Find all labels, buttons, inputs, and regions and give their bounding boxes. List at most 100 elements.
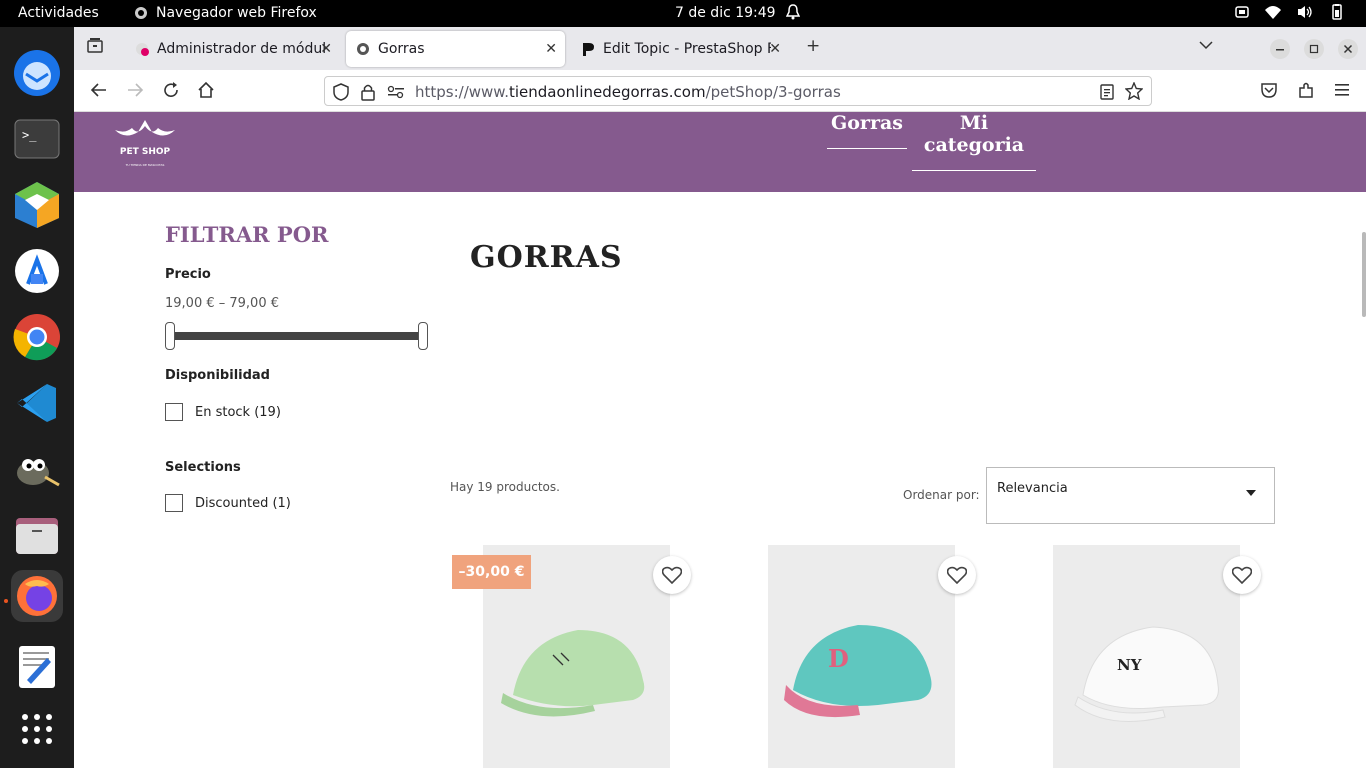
virtualbox-icon[interactable] (11, 179, 63, 231)
in-stock-label[interactable]: En stock (19) (195, 405, 281, 420)
tab-modules-admin[interactable]: Administrador de módulo ✕ (125, 31, 340, 67)
price-range-value: 19,00 € – 79,00 € (165, 296, 280, 311)
pocket-icon[interactable] (1260, 81, 1278, 104)
minimize-window-icon[interactable] (1270, 39, 1290, 64)
svg-text:>_: >_ (22, 128, 37, 142)
site-header: PET SHOP TU TIENDA DE MASCOTAS Gorras Mi… (74, 112, 1366, 192)
navigation-toolbar: https://www.tiendaonlinedegorras.com/pet… (74, 70, 1366, 112)
svg-text:D: D (828, 644, 849, 673)
app-menu[interactable]: Navegador web Firefox (134, 5, 317, 21)
shop-icon (357, 43, 369, 55)
page-scrollbar[interactable] (1362, 232, 1366, 317)
sort-label: Ordenar por: (903, 488, 980, 502)
discount-badge: –30,00 € (452, 555, 531, 589)
url-domain: tiendaonlinedegorras.com (508, 83, 706, 101)
tab-title: Edit Topic - PrestaShop F (603, 41, 771, 57)
price-slider-max-handle[interactable] (418, 322, 428, 350)
site-logo[interactable]: PET SHOP TU TIENDA DE MASCOTAS (110, 112, 180, 172)
lock-icon[interactable] (361, 83, 375, 105)
close-tab-icon[interactable]: ✕ (320, 41, 332, 57)
category-title: GORRAS (470, 240, 623, 275)
product-count: Hay 19 productos. (450, 480, 560, 494)
battery-icon (1332, 4, 1342, 20)
app-name: Navegador web Firefox (156, 5, 317, 21)
discounted-label[interactable]: Discounted (1) (195, 496, 291, 511)
firefox-small-icon (135, 7, 147, 19)
extensions-icon[interactable] (1297, 81, 1315, 104)
pet-shop-logo-icon (115, 120, 175, 136)
tab-overview-icon[interactable] (86, 37, 104, 60)
network-vpn-icon (1235, 6, 1249, 18)
close-window-icon[interactable] (1338, 39, 1358, 64)
vscode-icon[interactable] (11, 377, 63, 429)
wishlist-button[interactable] (653, 556, 691, 594)
heart-icon (662, 566, 682, 584)
web-page: PET SHOP TU TIENDA DE MASCOTAS Gorras Mi… (74, 112, 1366, 768)
terminal-icon[interactable]: >_ (11, 113, 63, 165)
new-tab-icon[interactable]: + (806, 36, 820, 56)
url-bar[interactable]: https://www.tiendaonlinedegorras.com/pet… (324, 76, 1152, 106)
system-top-bar: Actividades Navegador web Firefox 7 de d… (0, 0, 1366, 27)
logo-subtitle: TU TIENDA DE MASCOTAS (125, 163, 165, 167)
maximize-window-icon[interactable] (1304, 39, 1324, 64)
wishlist-button[interactable] (938, 556, 976, 594)
forward-icon[interactable] (126, 81, 144, 104)
prestashop-admin-icon (136, 43, 149, 56)
tab-edit-topic[interactable]: Edit Topic - PrestaShop F ✕ (571, 31, 789, 67)
discounted-checkbox[interactable] (165, 494, 183, 512)
price-slider-track[interactable] (171, 332, 421, 340)
list-tabs-icon[interactable] (1198, 37, 1214, 58)
tab-bar: Administrador de módulo ✕ Gorras ✕ Edit … (74, 27, 1366, 70)
caret-down-icon (1246, 490, 1256, 496)
gimp-icon[interactable] (11, 443, 63, 495)
firefox-icon[interactable] (11, 570, 63, 622)
url-path: /petShop/3-gorras (705, 83, 841, 101)
in-stock-filter[interactable]: En stock (19) (165, 403, 281, 421)
prestashop-forum-icon (583, 43, 594, 56)
price-slider-min-handle[interactable] (165, 322, 175, 350)
discounted-filter[interactable]: Discounted (1) (165, 494, 291, 512)
menu-hamburger-icon[interactable] (1333, 81, 1351, 104)
sort-selected-value: Relevancia (997, 481, 1068, 496)
chrome-icon[interactable] (11, 311, 63, 363)
wishlist-button[interactable] (1223, 556, 1261, 594)
tab-gorras[interactable]: Gorras ✕ (346, 31, 565, 67)
activities-button[interactable]: Actividades (18, 5, 99, 21)
files-icon[interactable] (11, 509, 63, 561)
thunderbird-icon[interactable] (11, 47, 63, 99)
notification-bell-icon[interactable] (785, 4, 801, 24)
back-icon[interactable] (90, 81, 108, 104)
app-grid-icon[interactable] (11, 703, 63, 755)
product-card[interactable]: NY (1053, 545, 1240, 768)
sort-select[interactable]: Relevancia (986, 467, 1275, 524)
in-stock-checkbox[interactable] (165, 403, 183, 421)
price-facet-title: Precio (165, 267, 211, 282)
system-tray[interactable] (1234, 4, 1348, 20)
bookmark-star-icon[interactable] (1124, 81, 1144, 104)
tab-title: Administrador de módulo (157, 41, 327, 57)
heart-icon (1232, 566, 1252, 584)
close-tab-icon[interactable]: ✕ (545, 41, 557, 57)
price-slider[interactable] (165, 322, 428, 350)
close-tab-icon[interactable]: ✕ (769, 41, 781, 57)
clock[interactable]: 7 de dic 19:49 (675, 5, 776, 21)
menu-item-mi-categoria[interactable]: Mi categoria (912, 112, 1036, 171)
svg-text:NY: NY (1117, 656, 1142, 674)
volume-icon (1298, 6, 1312, 18)
heart-icon (947, 566, 967, 584)
home-icon[interactable] (197, 81, 215, 104)
white-cap-image: NY (1053, 545, 1240, 768)
menu-item-gorras[interactable]: Gorras (827, 112, 907, 149)
logo-title: PET SHOP (119, 147, 171, 157)
url-text[interactable]: https://www.tiendaonlinedegorras.com/pet… (415, 83, 841, 101)
selections-facet-title: Selections (165, 460, 241, 475)
running-indicator (4, 599, 8, 603)
tab-title: Gorras (378, 41, 425, 57)
tracking-protection-shield-icon[interactable] (333, 83, 349, 105)
reload-icon[interactable] (162, 81, 180, 104)
android-studio-icon[interactable] (11, 245, 63, 297)
permissions-icon[interactable] (387, 84, 405, 104)
text-editor-icon[interactable] (11, 641, 63, 693)
product-card[interactable]: D (768, 545, 955, 768)
reader-view-icon[interactable] (1099, 83, 1115, 105)
